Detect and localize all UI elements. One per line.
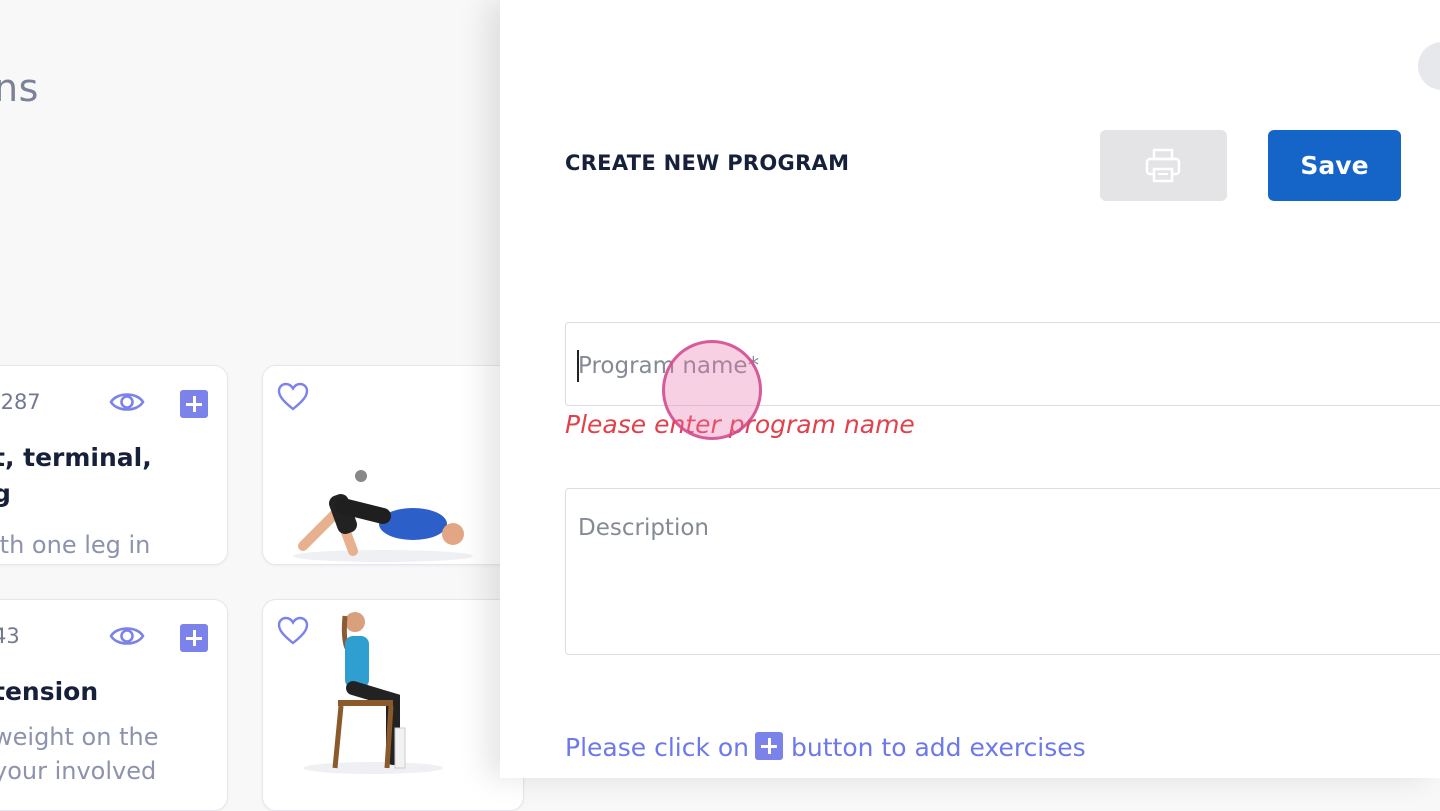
panel-title: CREATE NEW PROGRAM bbox=[565, 151, 850, 175]
print-button[interactable] bbox=[1100, 130, 1227, 201]
hint-text-before: Please click on bbox=[565, 733, 750, 762]
exercise-image bbox=[293, 470, 473, 562]
exercise-description: ith one leg in bbox=[0, 531, 151, 559]
exercise-card[interactable]: -287 t, terminal, g ith one leg in bbox=[0, 365, 228, 565]
exercise-title: t, terminal, g bbox=[0, 443, 152, 508]
exercise-title: tension bbox=[0, 677, 99, 706]
hint-text-after: button to add exercises bbox=[791, 733, 1086, 762]
heart-icon[interactable] bbox=[277, 382, 309, 412]
print-icon bbox=[1145, 148, 1181, 183]
page-title: ns bbox=[0, 66, 39, 110]
exercise-image bbox=[303, 612, 443, 774]
exercise-card[interactable] bbox=[262, 599, 524, 811]
add-exercises-hint: Please click on button to add exercises bbox=[565, 732, 1086, 762]
add-exercise-icon[interactable] bbox=[180, 390, 208, 418]
exercise-card[interactable] bbox=[262, 365, 524, 565]
description-input[interactable] bbox=[576, 513, 1380, 637]
exercise-id: 43 bbox=[0, 624, 20, 648]
exercise-card[interactable]: 43 tension weight on the your involved bbox=[0, 599, 228, 811]
panel-toggle[interactable] bbox=[1418, 42, 1440, 90]
text-caret bbox=[577, 350, 579, 382]
create-program-panel: CREATE NEW PROGRAM Save Please enter pro… bbox=[500, 0, 1440, 778]
click-indicator bbox=[662, 340, 762, 440]
eye-icon[interactable] bbox=[109, 388, 145, 416]
description-field[interactable] bbox=[565, 488, 1440, 655]
plus-icon bbox=[755, 732, 784, 760]
exercise-id: -287 bbox=[0, 390, 41, 414]
save-button[interactable]: Save bbox=[1268, 130, 1401, 201]
add-exercise-icon[interactable] bbox=[180, 624, 208, 652]
eye-icon[interactable] bbox=[109, 622, 145, 650]
